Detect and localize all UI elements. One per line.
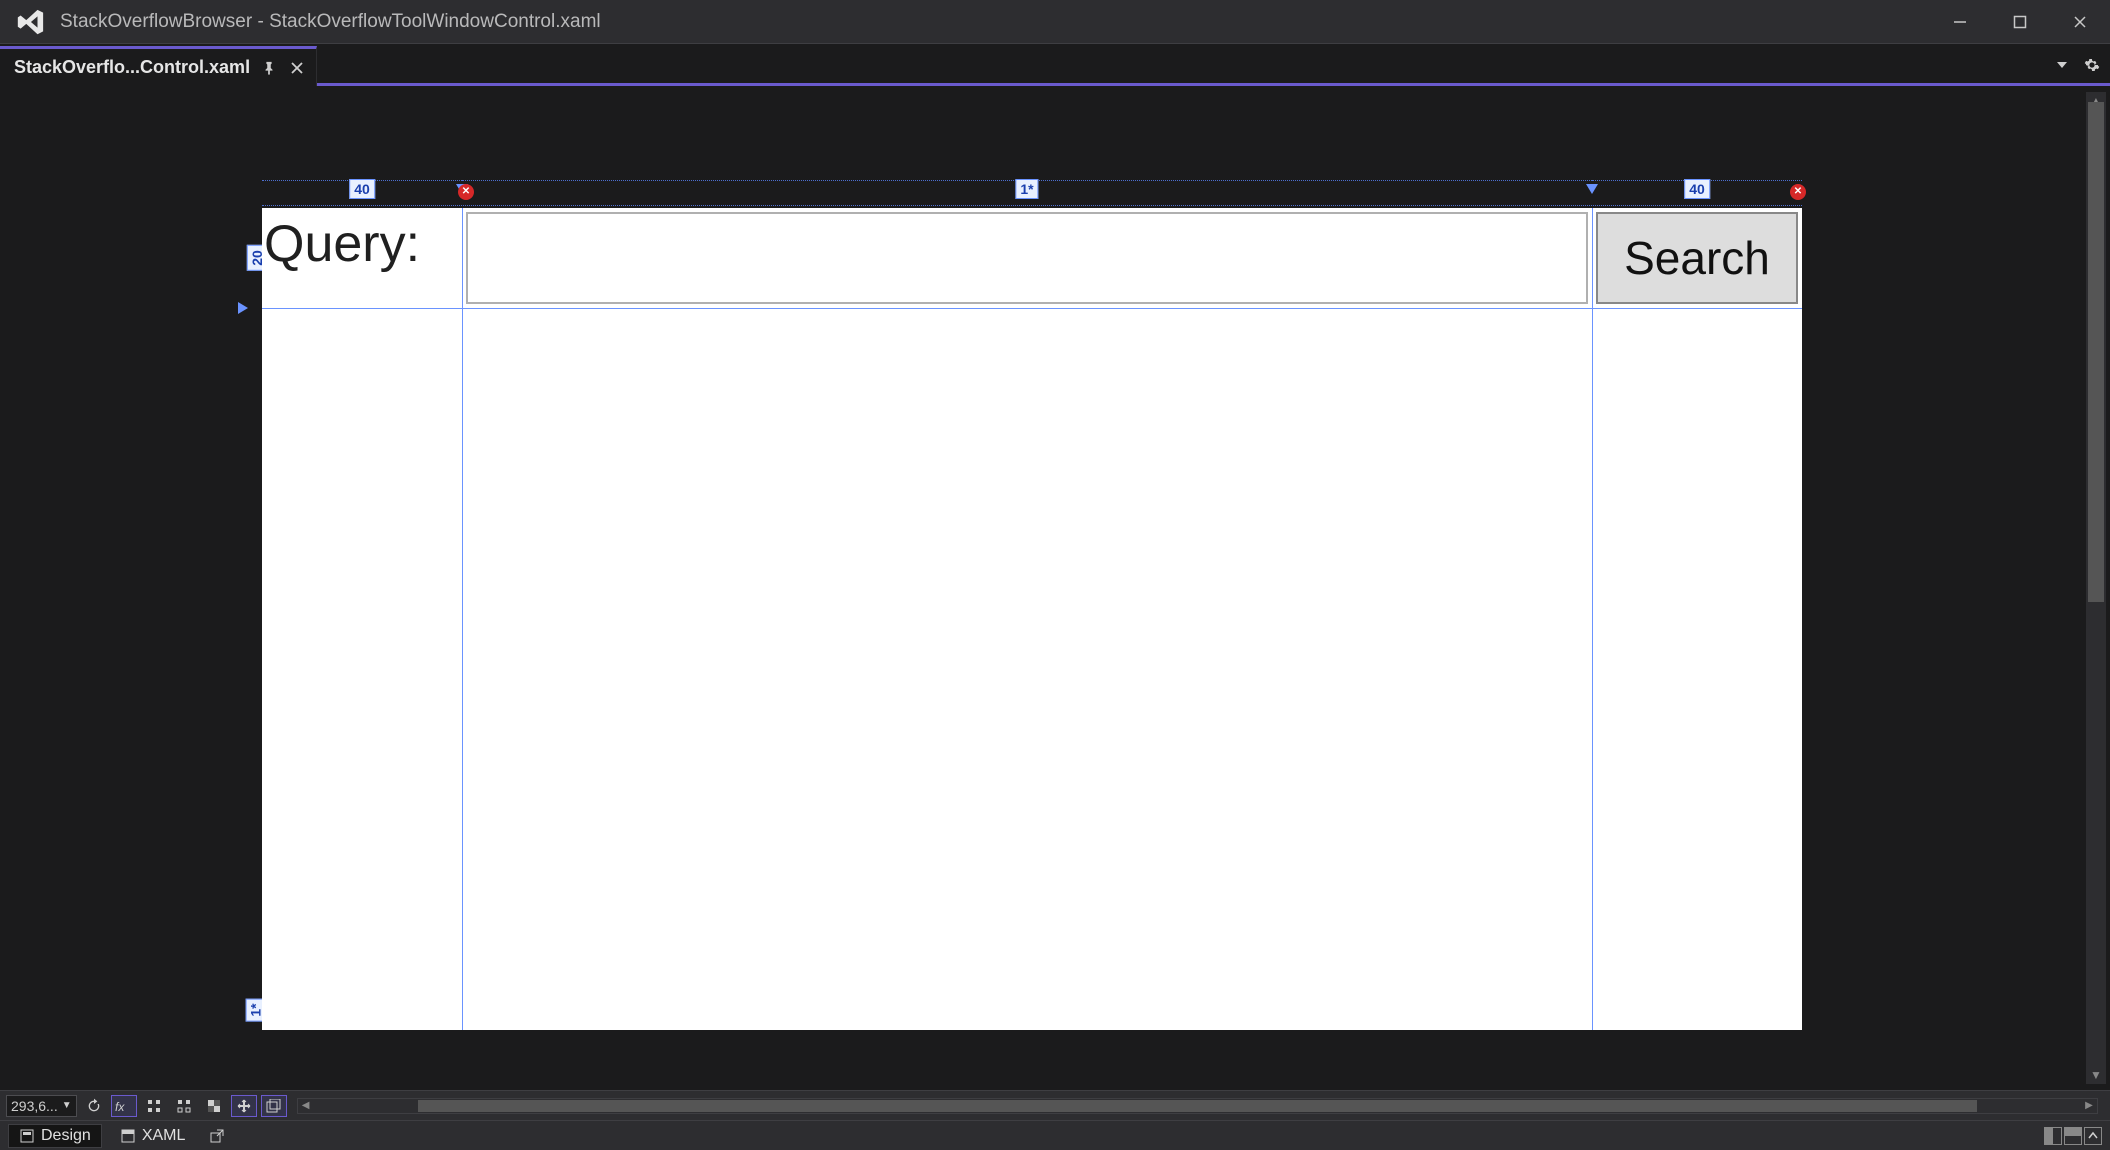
scroll-thumb[interactable] (418, 1100, 1977, 1112)
title-separator: - (252, 11, 269, 32)
window-close-button[interactable] (2050, 0, 2110, 44)
scroll-thumb[interactable] (2088, 102, 2104, 602)
zoom-value: 293,6... (11, 1098, 58, 1114)
window-minimize-button[interactable] (1930, 0, 1990, 44)
close-icon[interactable] (288, 59, 306, 77)
xaml-designer-area: 40 1* 40 20 1* (0, 86, 2110, 1090)
vertical-split-button[interactable] (2044, 1127, 2062, 1145)
grid-row-line[interactable] (262, 308, 1802, 309)
designer-pane-tabs: Design XAML (0, 1120, 2110, 1150)
zoom-combobox[interactable]: 293,6... ▼ (6, 1095, 77, 1117)
svg-text:fx: fx (115, 1100, 125, 1113)
refresh-button[interactable] (81, 1095, 107, 1117)
document-name: StackOverflowToolWindowControl.xaml (269, 11, 601, 32)
query-label: Query: (264, 214, 420, 274)
scroll-right-arrow-icon[interactable]: ▶ (2081, 1099, 2097, 1113)
grid-column-line[interactable] (462, 208, 463, 1030)
popout-button[interactable] (203, 1124, 231, 1148)
app-name: StackOverflowBrowser (60, 11, 252, 32)
design-surface[interactable]: Query: Search (262, 208, 1802, 1030)
visual-studio-logo-icon (8, 0, 52, 44)
xaml-tab-label: XAML (142, 1127, 186, 1145)
document-tab-active[interactable]: StackOverflo...Control.xaml (0, 46, 317, 86)
toggle-artboard-bg-button[interactable] (201, 1095, 227, 1117)
tab-options-gear-icon[interactable] (2080, 53, 2104, 77)
design-canvas-wrapper: 40 1* 40 20 1* (262, 208, 1802, 1030)
split-orientation-buttons (2044, 1127, 2102, 1145)
grid-col-0-size[interactable]: 40 (349, 179, 375, 199)
effects-fx-button[interactable]: fx (111, 1095, 137, 1117)
horizontal-split-button[interactable] (2064, 1127, 2082, 1145)
pin-icon[interactable] (260, 59, 278, 77)
designer-toolbar: 293,6... ▼ fx ◀ ▶ (0, 1090, 2110, 1120)
grid-column-line[interactable] (1592, 208, 1593, 1030)
collapse-pane-button[interactable] (2084, 1127, 2102, 1145)
grid-col-2-size[interactable]: 40 (1684, 179, 1710, 199)
scroll-left-arrow-icon[interactable]: ◀ (298, 1099, 314, 1113)
grid-col-lock-icon[interactable] (1790, 184, 1806, 200)
document-tab-strip: StackOverflo...Control.xaml (0, 44, 2110, 86)
popout-icon (209, 1128, 225, 1144)
grid-col-1-size[interactable]: 1* (1015, 179, 1038, 199)
xaml-view-icon (120, 1128, 136, 1144)
window-title: StackOverflowBrowser - StackOverflowTool… (60, 11, 601, 33)
disable-project-code-button[interactable] (261, 1095, 287, 1117)
horizontal-scrollbar[interactable]: ◀ ▶ (297, 1098, 2098, 1114)
active-files-dropdown-icon[interactable] (2050, 53, 2074, 77)
window-maximize-button[interactable] (1990, 0, 2050, 44)
title-bar: StackOverflowBrowser - StackOverflowTool… (0, 0, 2110, 44)
designer-viewport[interactable]: 40 1* 40 20 1* (4, 92, 2082, 1084)
query-textbox[interactable] (466, 212, 1588, 304)
scroll-down-arrow-icon[interactable]: ▼ (2086, 1066, 2106, 1084)
xaml-pane-tab[interactable]: XAML (110, 1124, 196, 1148)
design-view-icon (19, 1128, 35, 1144)
pan-mode-button[interactable] (231, 1095, 257, 1117)
search-button-label: Search (1624, 231, 1770, 285)
grid-row-ruler[interactable]: 20 1* (234, 208, 260, 1030)
grid-column-ruler[interactable]: 40 1* 40 (262, 180, 1802, 206)
design-pane-tab[interactable]: Design (8, 1124, 102, 1148)
snap-lines-button[interactable] (171, 1095, 197, 1117)
design-tab-label: Design (41, 1127, 91, 1145)
vertical-scrollbar[interactable]: ▲ ▼ (2086, 92, 2106, 1084)
search-button[interactable]: Search (1596, 212, 1798, 304)
chevron-down-icon: ▼ (62, 1100, 72, 1111)
snap-grid-button[interactable] (141, 1095, 167, 1117)
document-tab-label: StackOverflo...Control.xaml (14, 57, 250, 78)
